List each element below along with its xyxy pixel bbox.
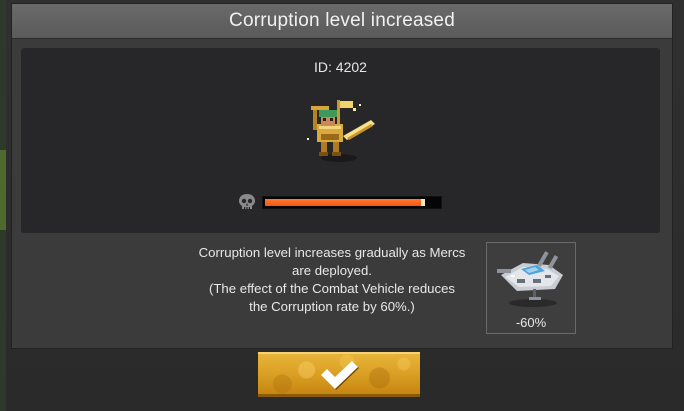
dialog-title-bar: Corruption level increased [12,4,672,39]
checkmark-icon [321,361,359,390]
vehicle-reduction-label: -60% [515,315,547,330]
merc-sprite-icon [307,100,375,162]
skull-icon [239,194,255,209]
corruption-description: Corruption level increases gradually as … [182,244,482,316]
description-line: are deployed. [292,263,372,278]
merc-id: ID: 4202 [314,59,367,75]
corruption-dialog: Corruption level increased ID: 4202 Corr… [12,4,672,348]
description-line: Corruption level increases gradually as … [198,245,466,260]
combat-vehicle-card: -60% [486,242,576,334]
confirm-button[interactable] [258,352,420,397]
dialog-title: Corruption level increased [229,10,455,31]
description-line: the Corruption rate by 60%.) [249,299,415,314]
corruption-progress-fill [265,199,425,206]
background-decoration [0,150,6,230]
merc-panel: ID: 4202 [21,48,660,233]
combat-vehicle-icon [497,251,563,307]
description-line: (The effect of the Combat Vehicle reduce… [208,281,456,296]
corruption-progress-bar [263,197,441,208]
corruption-progress-tip [421,199,425,206]
